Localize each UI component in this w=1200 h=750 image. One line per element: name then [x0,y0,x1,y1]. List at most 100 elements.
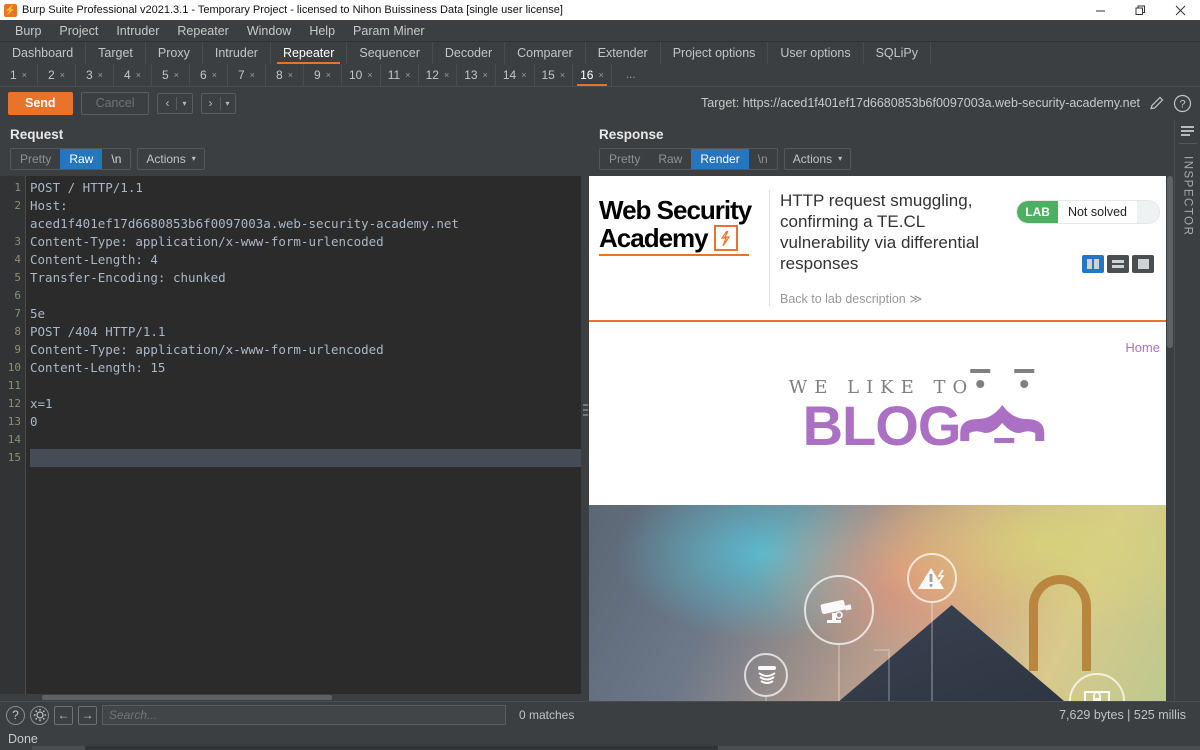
repeater-tab-15[interactable]: 15 × [535,64,574,86]
request-tab-newline[interactable]: \n [102,149,130,169]
send-button[interactable]: Send [8,91,73,115]
split-horizontal-icon[interactable] [1107,255,1129,273]
request-tab-raw[interactable]: Raw [60,149,103,169]
close-icon[interactable]: × [405,70,410,80]
back-to-lab-description-link[interactable]: Back to lab description ≫ [780,291,1006,306]
scrollbar-thumb[interactable] [1167,176,1173,348]
repeater-tab-9[interactable]: 9 × [304,64,342,86]
tab-repeater[interactable]: Repeater [270,42,348,64]
request-horizontal-scrollbar[interactable] [0,694,581,701]
repeater-tab-3[interactable]: 3 × [76,64,114,86]
menu-param-miner[interactable]: Param Miner [344,22,434,40]
repeater-tab-overflow[interactable]: ... [612,64,650,86]
close-icon[interactable]: × [521,70,526,80]
close-icon[interactable]: × [174,70,179,80]
maximize-button[interactable] [1120,0,1160,20]
repeater-tab-4[interactable]: 4 × [114,64,152,86]
request-line-number-gutter: 1 2 3 4 5 6 7 8 9 10 11 12 13 14 15 [0,176,26,694]
response-tab-render[interactable]: Render [691,149,749,169]
repeater-tab-14[interactable]: 14 × [496,64,535,86]
close-icon[interactable]: × [212,70,217,80]
inspector-rail[interactable]: INSPECTOR [1174,119,1200,701]
tab-sequencer[interactable]: Sequencer [347,42,433,64]
repeater-tab-8[interactable]: 8 × [266,64,304,86]
tab-target[interactable]: Target [86,42,146,64]
chevron-down-icon[interactable]: ▾ [177,94,191,113]
repeater-tab-2[interactable]: 2 × [38,64,76,86]
response-vertical-scrollbar[interactable] [1166,176,1174,701]
repeater-tab-16[interactable]: 16 × [573,64,612,86]
repeater-tab-number: 2 [48,68,55,82]
tab-intruder[interactable]: Intruder [203,42,271,64]
gear-icon[interactable] [30,705,49,725]
tab-proxy[interactable]: Proxy [146,42,203,64]
tab-project-options[interactable]: Project options [661,42,769,64]
menu-help[interactable]: Help [300,22,344,40]
tab-dashboard[interactable]: Dashboard [0,42,87,64]
close-icon[interactable]: × [98,70,103,80]
repeater-tab-13[interactable]: 13 × [457,64,496,86]
request-actions-button[interactable]: Actions ▾ [137,148,205,170]
help-icon[interactable]: ? [6,705,25,725]
chevron-down-icon[interactable]: ▾ [221,94,235,113]
menu-window[interactable]: Window [238,22,300,40]
repeater-tab-1[interactable]: 1 × [0,64,38,86]
close-icon[interactable]: × [326,70,331,80]
tab-sqlipy[interactable]: SQLiPy [864,42,931,64]
single-pane-icon[interactable] [1132,255,1154,273]
close-icon[interactable]: × [444,70,449,80]
history-back-button[interactable]: ‹ ▾ [157,92,193,114]
tab-decoder[interactable]: Decoder [433,42,506,64]
close-icon[interactable]: × [598,70,603,80]
history-forward-button[interactable]: › ▾ [200,92,236,114]
find-previous-button[interactable]: ← [54,705,73,725]
tab-user-options[interactable]: User options [768,42,864,64]
close-icon[interactable]: × [288,70,293,80]
request-tab-pretty[interactable]: Pretty [11,149,60,169]
request-line: Host: [30,198,68,213]
home-link[interactable]: Home [1125,340,1160,355]
close-icon[interactable]: × [483,70,488,80]
inspector-label: INSPECTOR [1181,156,1194,237]
request-code-area[interactable]: POST / HTTP/1.1 Host: aced1f401ef17d6680… [26,176,581,694]
repeater-tab-5[interactable]: 5 × [152,64,190,86]
line-number: 8 [14,325,21,338]
split-vertical-icon[interactable] [1082,255,1104,273]
inspector-bars-icon[interactable] [1181,119,1194,136]
close-icon[interactable]: × [60,70,65,80]
repeater-tab-6[interactable]: 6 × [190,64,228,86]
menu-project[interactable]: Project [50,22,107,40]
repeater-tab-10[interactable]: 10 × [342,64,381,86]
response-tab-pretty[interactable]: Pretty [600,149,649,169]
repeater-tab-12[interactable]: 12 × [419,64,458,86]
close-button[interactable] [1160,0,1200,20]
close-icon[interactable]: × [250,70,255,80]
repeater-tab-11[interactable]: 11 × [381,64,419,86]
find-next-button[interactable]: → [78,705,97,725]
tab-extender[interactable]: Extender [586,42,661,64]
help-icon[interactable]: ? [1173,94,1192,113]
menu-burp[interactable]: Burp [6,22,50,40]
close-icon[interactable]: × [367,70,372,80]
close-icon[interactable]: × [22,70,27,80]
tab-comparer[interactable]: Comparer [505,42,586,64]
close-icon[interactable]: × [136,70,141,80]
panel-splitter[interactable] [581,119,589,701]
scrollbar-thumb[interactable] [42,695,332,700]
splitter-grip[interactable] [582,404,588,416]
menu-repeater[interactable]: Repeater [168,22,237,40]
repeater-tab-7[interactable]: 7 × [228,64,266,86]
close-icon[interactable]: × [560,70,565,80]
cancel-button[interactable]: Cancel [80,91,150,115]
response-tab-raw[interactable]: Raw [649,149,691,169]
menu-intruder[interactable]: Intruder [107,22,168,40]
pencil-icon[interactable] [1148,95,1165,112]
request-editor[interactable]: 1 2 3 4 5 6 7 8 9 10 11 12 13 14 15 POST… [0,176,581,694]
response-view-tabs: Pretty Raw Render \n Actions ▾ [589,148,1174,176]
response-tab-newline[interactable]: \n [749,149,777,169]
minimize-button[interactable] [1080,0,1120,20]
repeater-tab-number: 9 [314,68,321,82]
response-actions-button[interactable]: Actions ▾ [783,148,852,170]
search-input[interactable] [102,705,506,725]
window-title: Burp Suite Professional v2021.3.1 - Temp… [22,4,563,16]
